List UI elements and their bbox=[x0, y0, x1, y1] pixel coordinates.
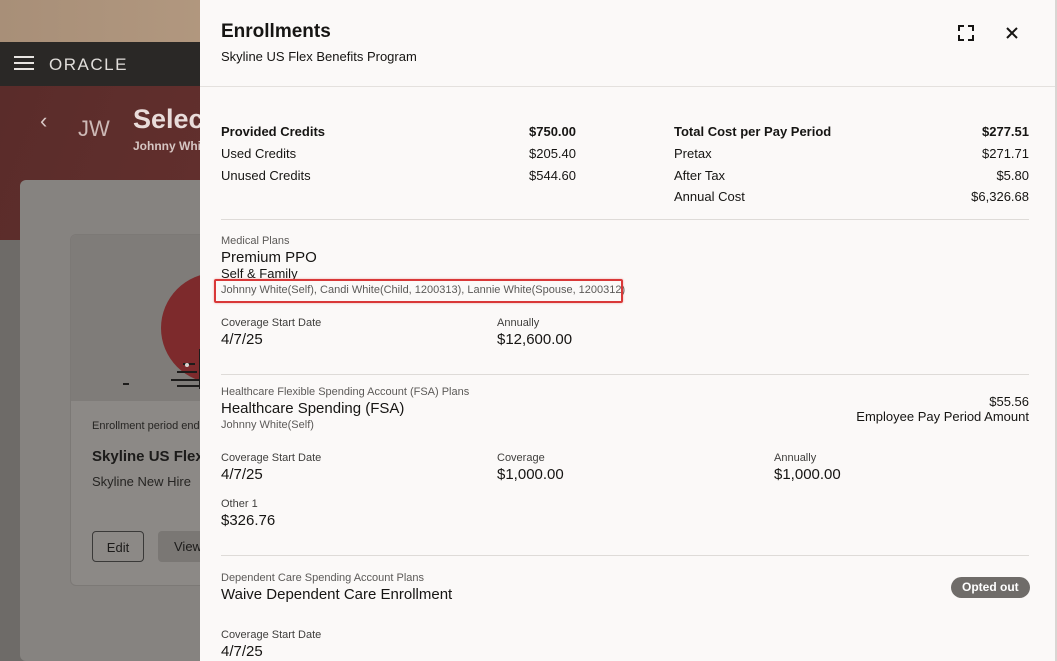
card-subtitle: Skyline New Hire bbox=[92, 474, 191, 489]
fsa-start-value: 4/7/25 bbox=[221, 466, 263, 483]
back-arrow-icon[interactable]: ‹ bbox=[40, 108, 47, 134]
page-subtitle: Johnny Whi bbox=[133, 139, 201, 153]
dependent-start-value: 4/7/25 bbox=[221, 643, 263, 660]
hamburger-menu-icon[interactable] bbox=[14, 56, 34, 70]
medical-annual-label: Annually bbox=[497, 317, 540, 329]
dependent-category: Dependent Care Spending Account Plans bbox=[221, 572, 425, 584]
unused-credits-value: $544.60 bbox=[529, 168, 576, 183]
fsa-plan-name[interactable]: Healthcare Spending (FSA) bbox=[221, 400, 404, 417]
fsa-participants: Johnny White(Self) bbox=[221, 419, 314, 431]
avatar: JW bbox=[78, 116, 110, 141]
medical-category: Medical Plans bbox=[221, 235, 290, 247]
total-cost-value: $277.51 bbox=[982, 124, 1029, 139]
expand-icon[interactable] bbox=[955, 22, 977, 44]
fsa-other-value: $326.76 bbox=[221, 512, 276, 529]
provided-credits-value: $750.00 bbox=[529, 124, 576, 139]
pretax-label: Pretax bbox=[674, 146, 712, 161]
fsa-coverage-label: Coverage bbox=[497, 452, 545, 464]
oracle-logo: ORACLE bbox=[49, 55, 128, 74]
medical-plan-name[interactable]: Premium PPO bbox=[221, 249, 317, 266]
used-credits-value: $205.40 bbox=[529, 146, 576, 161]
drawer-subtitle: Skyline US Flex Benefits Program bbox=[221, 49, 417, 64]
total-cost-label: Total Cost per Pay Period bbox=[674, 124, 832, 139]
pretax-value: $271.71 bbox=[982, 146, 1029, 161]
medical-annual-value: $12,600.00 bbox=[497, 331, 573, 348]
fsa-start-label: Coverage Start Date bbox=[221, 452, 322, 464]
unused-credits-label: Unused Credits bbox=[221, 168, 311, 183]
annual-cost-value: $6,326.68 bbox=[971, 189, 1029, 204]
fsa-coverage-value: $1,000.00 bbox=[497, 466, 564, 483]
enrollments-drawer: Enrollments Skyline US Flex Benefits Pro… bbox=[200, 0, 1055, 661]
participants-highlight-box bbox=[214, 279, 623, 303]
dependent-start-label: Coverage Start Date bbox=[221, 629, 322, 641]
opted-out-badge: Opted out bbox=[951, 577, 1030, 598]
medical-start-value: 4/7/25 bbox=[221, 331, 263, 348]
annual-cost-label: Annual Cost bbox=[674, 189, 745, 204]
dependent-plan-name[interactable]: Waive Dependent Care Enrollment bbox=[221, 586, 452, 603]
fsa-pay-amount: $55.56 bbox=[989, 394, 1029, 409]
drawer-title: Enrollments bbox=[221, 21, 331, 42]
enrollment-period-text: Enrollment period end bbox=[92, 420, 200, 432]
fsa-category: Healthcare Flexible Spending Account (FS… bbox=[221, 386, 470, 398]
section-divider bbox=[221, 219, 1029, 220]
after-tax-label: After Tax bbox=[674, 168, 726, 183]
edit-button[interactable]: Edit bbox=[92, 531, 144, 562]
provided-credits-label: Provided Credits bbox=[221, 124, 326, 139]
fsa-annual-label: Annually bbox=[774, 452, 817, 464]
after-tax-value: $5.80 bbox=[996, 168, 1029, 183]
medical-start-label: Coverage Start Date bbox=[221, 317, 322, 329]
section-divider bbox=[221, 374, 1029, 375]
close-icon[interactable] bbox=[1001, 22, 1023, 44]
section-divider bbox=[221, 555, 1029, 556]
card-title: Skyline US Flex bbox=[92, 448, 204, 465]
fsa-annual-value: $1,000.00 bbox=[774, 466, 841, 483]
used-credits-label: Used Credits bbox=[221, 146, 297, 161]
fsa-other-label: Other 1 bbox=[221, 498, 258, 510]
card-illustration bbox=[71, 235, 221, 401]
fsa-pay-label: Employee Pay Period Amount bbox=[856, 409, 1029, 424]
header-divider bbox=[200, 86, 1055, 87]
